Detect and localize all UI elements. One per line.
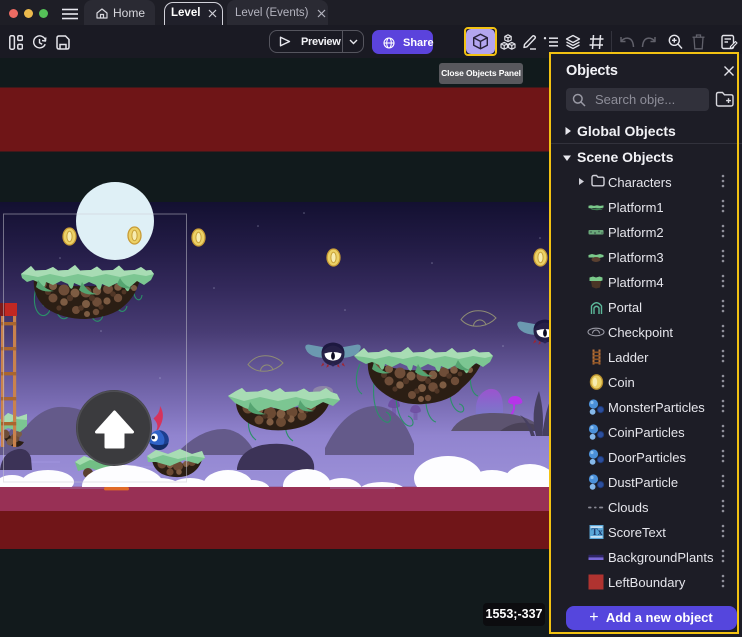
svg-text:Tx: Tx bbox=[592, 528, 603, 538]
